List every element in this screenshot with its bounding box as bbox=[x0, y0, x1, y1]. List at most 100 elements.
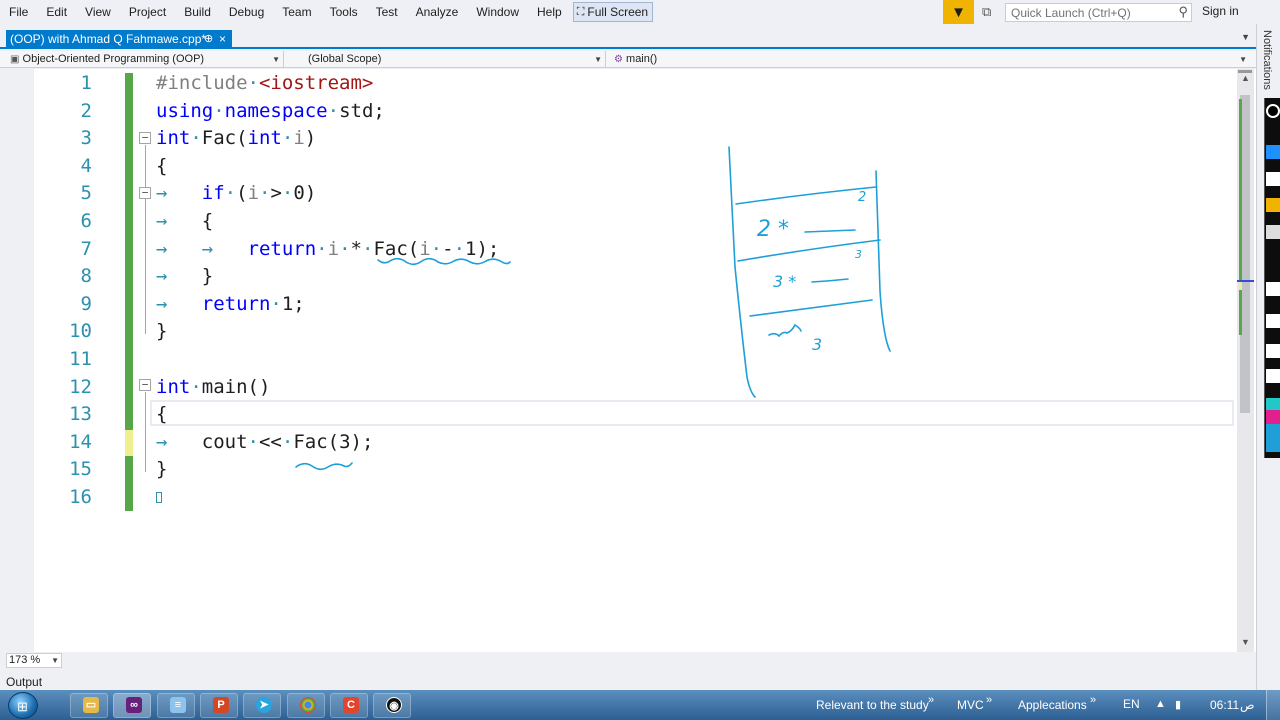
keyword-token: return bbox=[201, 292, 271, 315]
menu-view[interactable]: View bbox=[76, 0, 120, 24]
taskbar-visual-studio[interactable]: ∞ bbox=[113, 693, 151, 718]
code-line[interactable]: using·namespace·std; bbox=[156, 98, 385, 125]
menu-tools[interactable]: Tools bbox=[321, 0, 367, 24]
undo-icon[interactable] bbox=[1266, 282, 1280, 296]
fold-icon[interactable]: − bbox=[139, 379, 151, 391]
clear-icon[interactable] bbox=[1266, 314, 1280, 328]
chevron-right-icon[interactable]: » bbox=[1090, 694, 1096, 706]
notifications-tab[interactable]: Notifications bbox=[1261, 30, 1273, 90]
clock-time[interactable]: 06:11 bbox=[1210, 698, 1239, 712]
code-line[interactable]: → { bbox=[156, 208, 213, 235]
code-line[interactable]: → → return·i·*·Fac(i·-·1); bbox=[156, 236, 499, 263]
line-number: 10 bbox=[69, 320, 92, 343]
show-hidden-icon[interactable]: ▲ bbox=[1155, 698, 1166, 710]
eraser-icon[interactable] bbox=[1266, 225, 1280, 239]
color-magenta-icon[interactable] bbox=[1266, 410, 1280, 424]
color-picker-icon[interactable] bbox=[1266, 344, 1280, 358]
notepad-icon: ≡ bbox=[170, 697, 186, 713]
whitespace-marker: → bbox=[156, 430, 202, 453]
menu-analyze[interactable]: Analyze bbox=[407, 0, 468, 24]
member-dropdown[interactable]: ⚙ main() ▼ bbox=[610, 51, 1250, 68]
code-token: { bbox=[156, 154, 168, 177]
feedback-icon[interactable]: ⧉ bbox=[982, 4, 991, 20]
recorder-icon[interactable] bbox=[1266, 104, 1280, 118]
menu-window[interactable]: Window bbox=[467, 0, 528, 24]
taskbar-chrome[interactable] bbox=[287, 693, 325, 718]
show-desktop-button[interactable] bbox=[1266, 690, 1280, 720]
toolbar-mvc[interactable]: MVC bbox=[957, 698, 984, 712]
windows-start-icon[interactable]: ⊞ bbox=[8, 692, 38, 719]
code-line[interactable]: } bbox=[156, 456, 167, 483]
tab-document[interactable]: (OOP) with Ahmad Q Fahmawe.cpp* ⊕ × bbox=[6, 30, 232, 49]
menu-file[interactable]: File bbox=[0, 0, 37, 24]
quick-launch-input[interactable]: Quick Launch (Ctrl+Q) ⚲ bbox=[1005, 3, 1192, 22]
code-line[interactable]: #include·<iostream> bbox=[156, 70, 373, 97]
vertical-scrollbar[interactable]: ▲ ▼ bbox=[1237, 69, 1254, 652]
highlighter-icon[interactable] bbox=[1266, 198, 1280, 212]
fold-icon[interactable]: − bbox=[139, 132, 151, 144]
scope-dropdown[interactable]: (Global Scope) ▼ bbox=[288, 51, 606, 68]
whitespace-marker: · bbox=[213, 99, 225, 122]
code-token: } bbox=[156, 458, 168, 481]
menu-debug[interactable]: Debug bbox=[220, 0, 273, 24]
menu-test[interactable]: Test bbox=[367, 0, 407, 24]
whitespace-marker: → bbox=[156, 210, 202, 232]
line-number: 16 bbox=[69, 486, 92, 508]
menu-project[interactable]: Project bbox=[120, 0, 175, 24]
taskbar-powerpoint[interactable]: P bbox=[200, 693, 238, 718]
visual-studio-window: File Edit View Project Build Debug Team … bbox=[0, 0, 1280, 720]
whitespace-marker: · bbox=[281, 127, 294, 150]
collapse-icon[interactable] bbox=[1266, 145, 1280, 159]
code-line[interactable]: } bbox=[156, 318, 167, 345]
code-line[interactable]: → if·(i·>·0) bbox=[156, 180, 316, 207]
keyword-token: int bbox=[247, 127, 282, 150]
sign-in-link[interactable]: Sign in bbox=[1202, 4, 1239, 18]
taskbar-app-c[interactable]: C bbox=[330, 693, 368, 718]
frame2-label: 3 bbox=[855, 248, 862, 261]
code-line[interactable]: int·Fac(int·i) bbox=[156, 125, 316, 152]
project-dropdown[interactable]: ▣ Object-Oriented Programming (OOP) ▼ bbox=[6, 51, 284, 68]
taskbar-telegram[interactable]: ➤ bbox=[243, 693, 281, 718]
chevron-down-icon[interactable]: ▼ bbox=[1241, 32, 1250, 42]
output-tab[interactable]: Output bbox=[6, 675, 42, 689]
blank-line bbox=[811, 278, 849, 283]
code-editor[interactable]: 1 2 3 4 5 6 7 8 9 10 11 12 13 14 15 16 − − − #include·<… bbox=[0, 69, 1256, 652]
menu-build[interactable]: Build bbox=[175, 0, 220, 24]
chevron-right-icon[interactable]: » bbox=[928, 694, 934, 706]
fold-icon[interactable]: − bbox=[139, 187, 151, 199]
language-indicator[interactable]: EN bbox=[1123, 697, 1140, 711]
pin-icon[interactable]: ⊕ bbox=[204, 30, 213, 49]
color-blue-icon[interactable] bbox=[1266, 424, 1280, 452]
close-icon[interactable]: × bbox=[219, 30, 226, 49]
battery-icon[interactable]: ▮ bbox=[1175, 698, 1181, 711]
frame2-expression: 3 * bbox=[773, 272, 796, 291]
taskbar-recorder[interactable]: ◉ bbox=[373, 693, 411, 718]
member-label: main() bbox=[626, 53, 658, 65]
code-line[interactable]: { bbox=[156, 153, 167, 180]
scroll-down-icon[interactable]: ▼ bbox=[1241, 637, 1250, 647]
menu-team[interactable]: Team bbox=[273, 0, 320, 24]
code-line[interactable]: → return·1; bbox=[156, 291, 305, 318]
code-line[interactable]: → cout·<<·Fac(3); bbox=[156, 429, 373, 456]
chevron-down-icon: ▼ bbox=[51, 656, 59, 665]
settings-icon[interactable] bbox=[1266, 369, 1280, 383]
quick-launch-placeholder: Quick Launch (Ctrl+Q) bbox=[1011, 6, 1131, 20]
menu-help[interactable]: Help bbox=[528, 0, 571, 24]
chevron-right-icon[interactable]: » bbox=[986, 694, 992, 706]
scroll-up-icon[interactable]: ▲ bbox=[1241, 73, 1250, 83]
code-line[interactable]: int·main() bbox=[156, 374, 270, 401]
pen-icon[interactable] bbox=[1266, 172, 1280, 186]
search-icon[interactable]: ⚲ bbox=[1178, 4, 1188, 20]
code-token: { bbox=[201, 210, 214, 232]
code-line[interactable]: { bbox=[156, 401, 167, 428]
scroll-change-marker bbox=[1239, 99, 1242, 335]
fullscreen-button[interactable]: ⛶ Full Screen bbox=[572, 2, 654, 22]
taskbar-notepad[interactable]: ≡ bbox=[157, 693, 195, 718]
menu-edit[interactable]: Edit bbox=[37, 0, 76, 24]
filter-icon[interactable]: ▼ bbox=[943, 0, 974, 24]
toolbar-applications[interactable]: Applecations bbox=[1018, 698, 1087, 712]
taskbar-explorer[interactable]: ▭ bbox=[70, 693, 108, 718]
zoom-dropdown[interactable]: 173 % ▼ bbox=[6, 653, 62, 668]
toolbar-relevant[interactable]: Relevant to the study bbox=[816, 698, 929, 712]
code-line[interactable]: → } bbox=[156, 263, 213, 290]
